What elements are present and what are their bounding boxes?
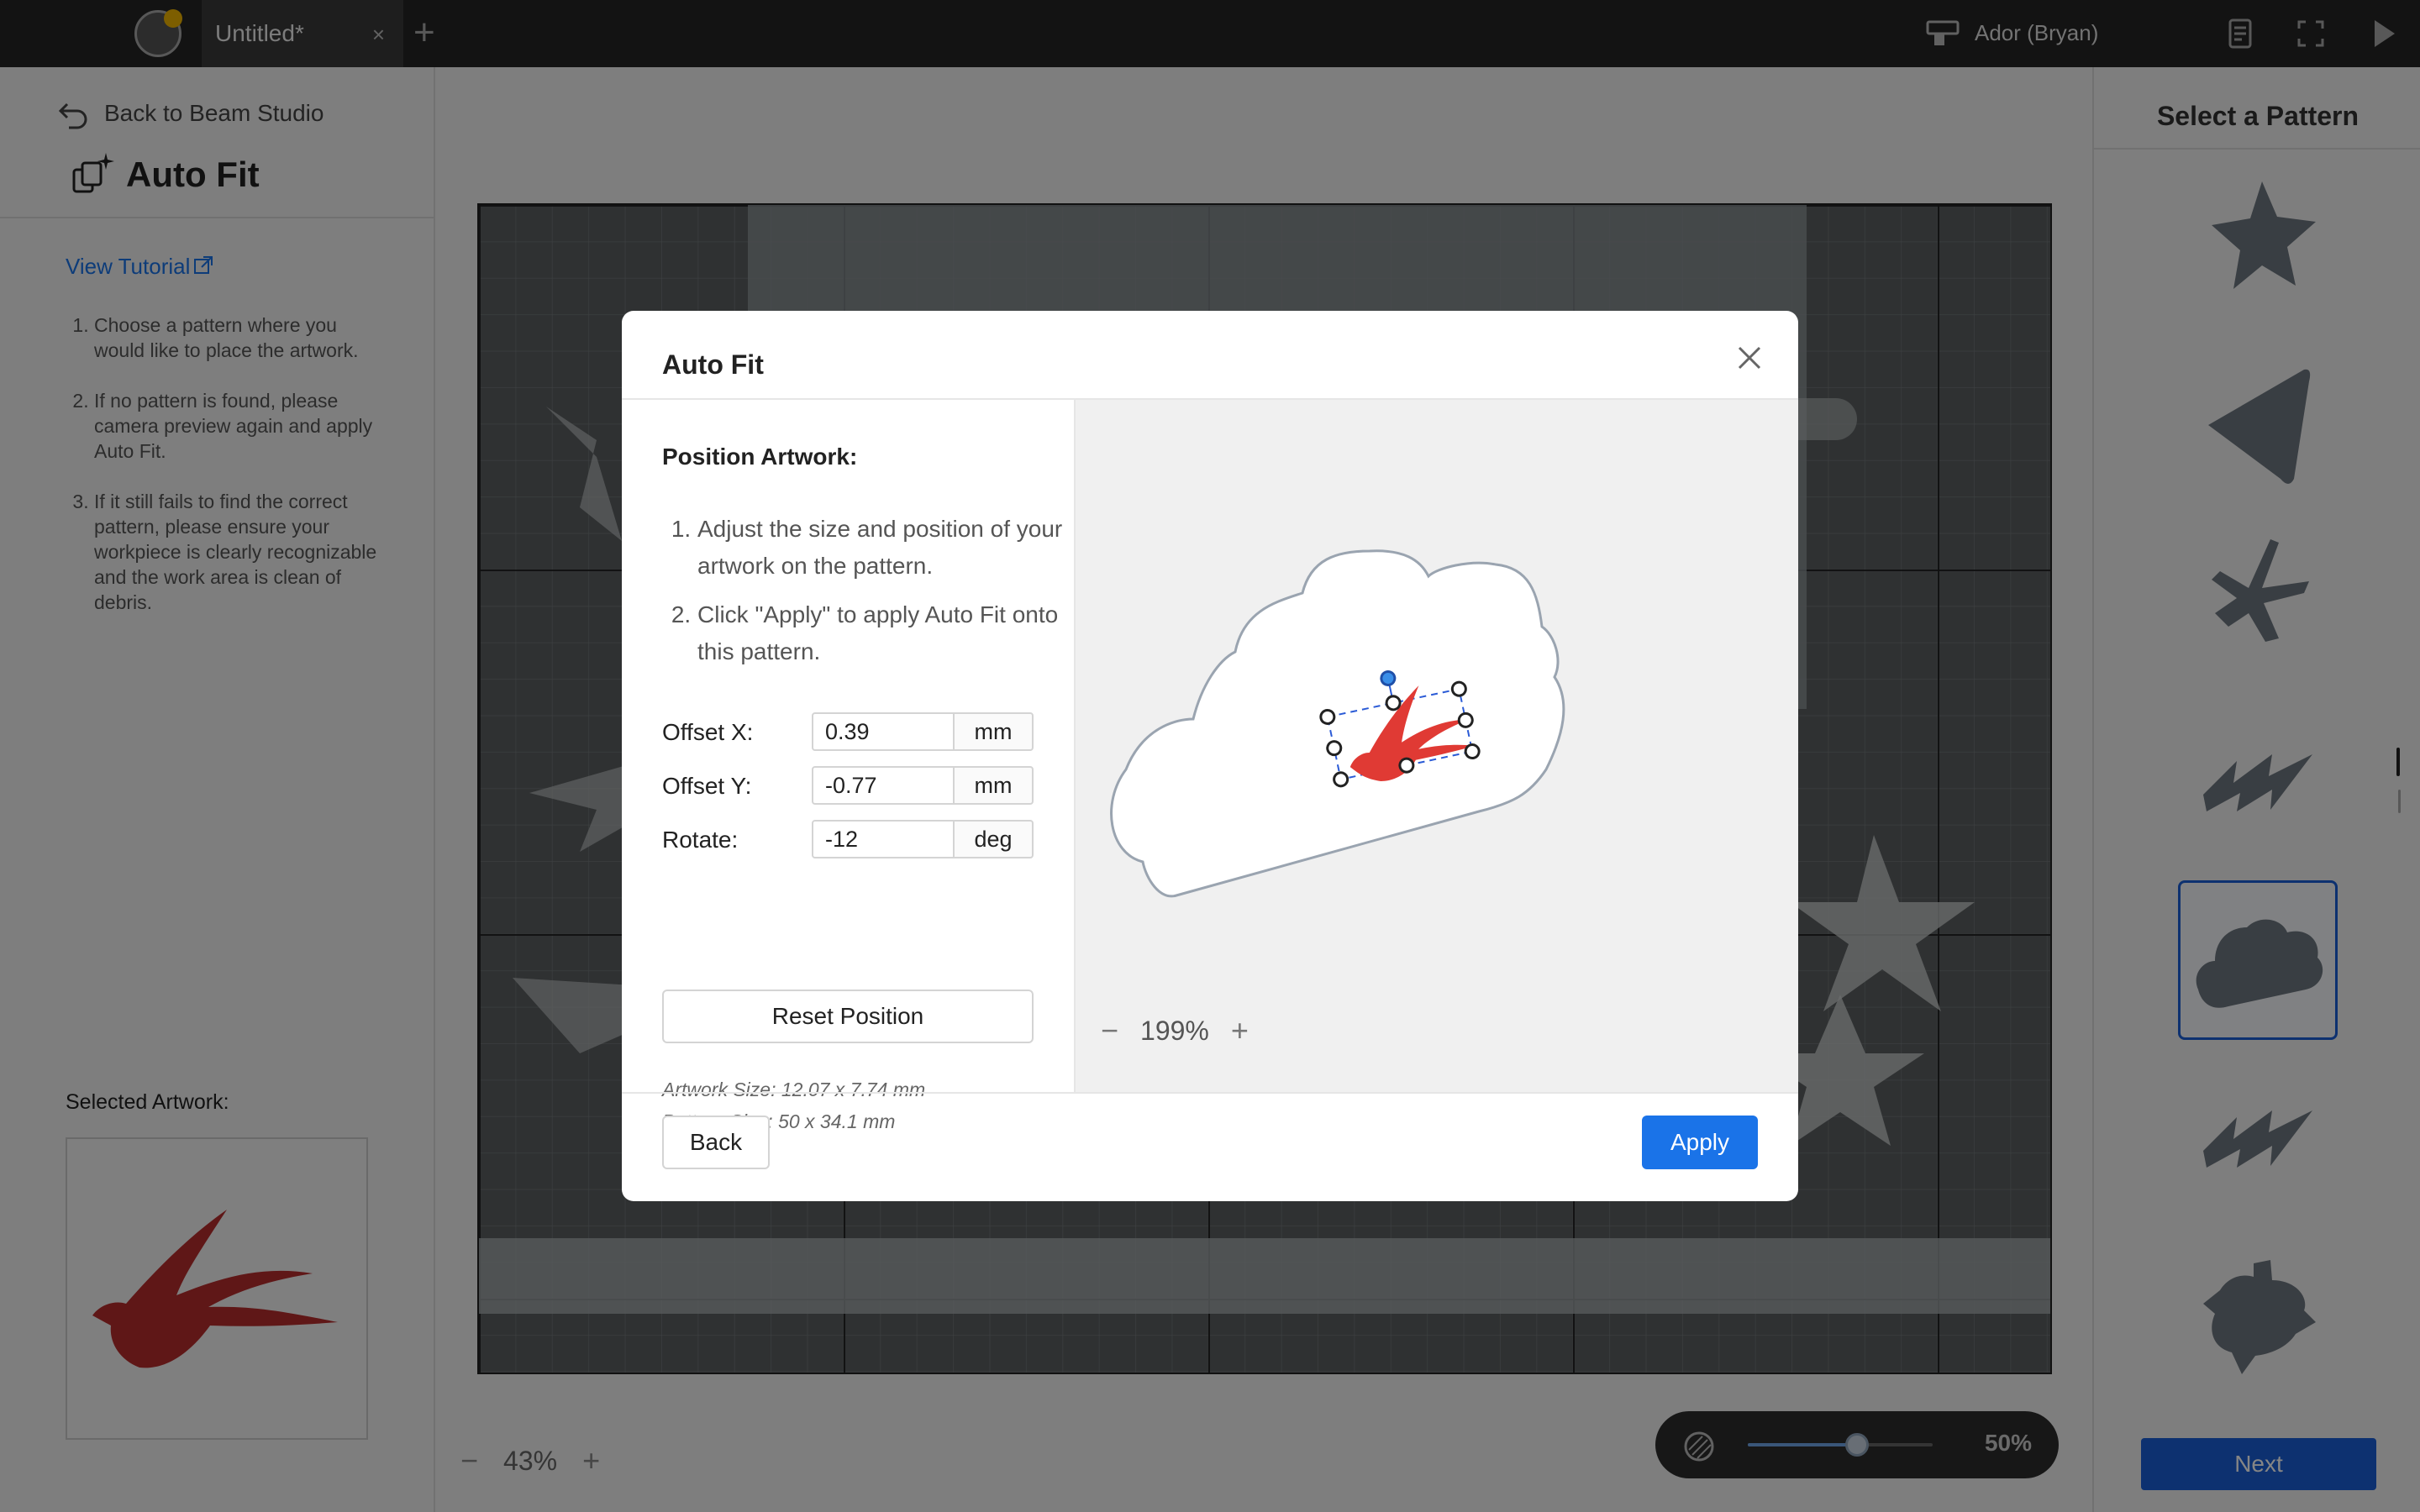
reset-position-button[interactable]: Reset Position (662, 990, 1034, 1043)
offset-x-unit: mm (953, 712, 1034, 751)
offset-x-input[interactable] (812, 712, 955, 751)
preview-zoom-in-button[interactable]: + (1231, 1013, 1249, 1048)
cloud-pattern-preview (1110, 549, 1565, 898)
divider (622, 1092, 1798, 1094)
position-steps: Adjust the size and position of your art… (697, 511, 1067, 682)
preview-zoom-control: − 199% + (1101, 1013, 1249, 1048)
offset-x-row: Offset X: mm (662, 712, 1034, 751)
rotate-row: Rotate: deg (662, 820, 1034, 858)
preview-zoom-out-button[interactable]: − (1101, 1013, 1118, 1048)
rotate-label: Rotate: (662, 827, 739, 853)
position-step: Adjust the size and position of your art… (697, 511, 1067, 585)
offset-x-label: Offset X: (662, 719, 754, 745)
offset-y-row: Offset Y: mm (662, 766, 1034, 805)
position-step: Click "Apply" to apply Auto Fit onto thi… (697, 596, 1067, 670)
offset-y-input[interactable] (812, 766, 955, 805)
dialog-title: Auto Fit (662, 349, 764, 380)
fit-preview[interactable]: − 199% + (1076, 400, 1798, 1092)
auto-fit-dialog: Auto Fit Position Artwork: Adjust the si… (622, 311, 1798, 1201)
close-icon[interactable] (1734, 343, 1765, 373)
back-button[interactable]: Back (662, 1116, 770, 1169)
offset-y-label: Offset Y: (662, 773, 752, 799)
offset-y-unit: mm (953, 766, 1034, 805)
rotate-input[interactable] (812, 820, 955, 858)
artwork-size: Artwork Size: 12.07 x 7.74 mm (662, 1079, 926, 1100)
position-heading: Position Artwork: (662, 444, 858, 470)
rotate-unit: deg (953, 820, 1034, 858)
preview-zoom-value: 199% (1140, 1015, 1209, 1046)
apply-button[interactable]: Apply (1642, 1116, 1758, 1169)
